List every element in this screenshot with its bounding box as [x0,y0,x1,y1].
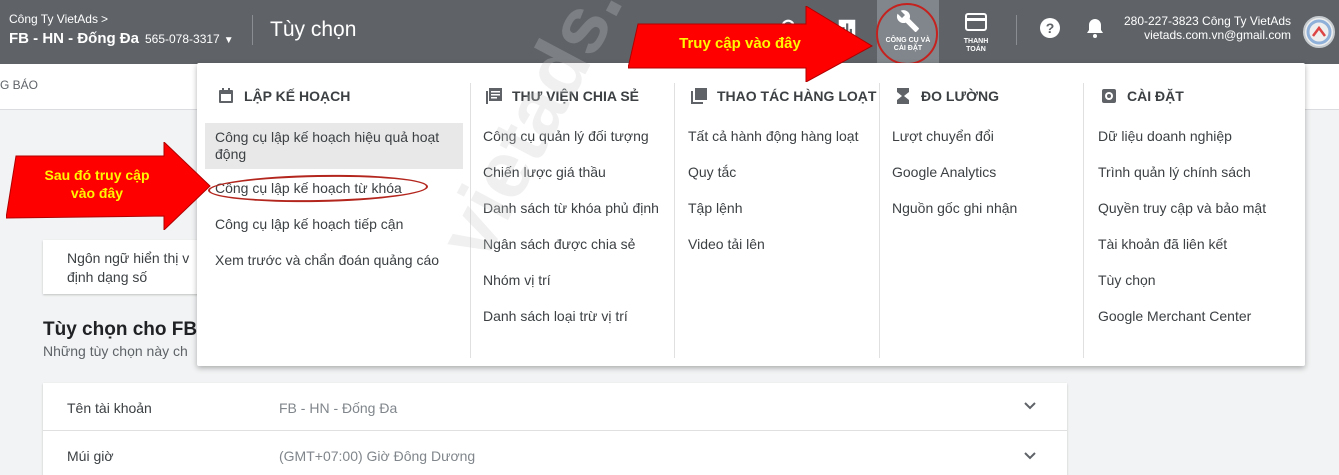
credit-card-icon [965,13,987,31]
menu-item[interactable]: Danh sách loại trừ vị trí [483,308,628,325]
tab-notifications[interactable]: G BÁO [0,78,38,92]
column-title: ĐO LƯỜNG [921,88,999,104]
billing-label-line2: TOÁN [966,46,986,53]
menu-item[interactable]: Trình quản lý chính sách [1098,164,1251,181]
chevron-down-icon[interactable] [1023,451,1037,461]
section-title: Tùy chọn cho FB [43,319,198,340]
column-title: LẬP KẾ HOẠCH [244,88,351,104]
copy-icon [690,87,708,105]
language-label-1: Ngôn ngữ hiển thị v [67,250,190,266]
divider [252,15,253,45]
row-value: FB - HN - Đống Đa [279,400,398,416]
help-icon[interactable]: ? [1036,14,1064,42]
company-switcher[interactable]: Công Ty VietAds > [9,12,108,26]
menu-item[interactable]: Lượt chuyển đổi [892,128,994,145]
table-row[interactable]: Múi giờ (GMT+07:00) Giờ Đông Dương [43,431,1067,475]
divider [1016,15,1017,45]
menu-item[interactable]: Công cụ lập kế hoạch hiệu quả hoạt động [205,123,463,169]
menu-item[interactable]: Nhóm vị trí [483,272,551,289]
menu-item[interactable]: Quyền truy cập và bảo mật [1098,200,1266,217]
menu-item[interactable]: Công cụ lập kế hoạch tiếp cận [215,216,403,233]
table-row[interactable]: Tên tài khoản FB - HN - Đống Đa [43,383,1067,431]
menu-item[interactable]: Google Analytics [892,164,996,181]
user-account-line: 280-227-3823 Công Ty VietAds [1123,14,1291,28]
language-card: Ngôn ngữ hiển thị v định dạng số [43,240,223,294]
calendar-icon [217,87,235,105]
menu-item[interactable]: Xem trước và chẩn đoán quảng cáo [215,252,439,269]
row-label: Tên tài khoản [67,400,152,416]
user-info[interactable]: 280-227-3823 Công Ty VietAds vietads.com… [1124,14,1291,42]
menu-item[interactable]: Video tải lên [688,236,765,253]
menu-item[interactable]: Google Merchant Center [1098,308,1251,325]
column-header: ĐO LƯỜNG [894,87,999,105]
user-email: vietads.com.vn@gmail.com [1144,28,1291,42]
menu-item[interactable]: Nguồn gốc ghi nhận [892,200,1017,217]
hourglass-icon [894,87,912,105]
dropdown-arrow-icon: ▼ [223,35,234,46]
chevron-down-icon[interactable] [1023,401,1037,411]
section-subtitle: Những tùy chọn này ch [43,343,188,359]
row-value: (GMT+07:00) Giờ Đông Dương [279,448,476,464]
avatar[interactable] [1303,16,1335,48]
arrow-top-label: Truy cập vào đây [679,35,801,52]
column-header: LẬP KẾ HOẠCH [217,87,350,105]
row-label: Múi giờ [67,448,114,464]
highlight-circle [876,3,938,65]
account-id: 565-078-3317 [144,32,220,46]
billing-label-line1: THANH [963,38,989,45]
billing-button[interactable]: THANH TOÁN [948,0,1004,64]
menu-item[interactable]: Tùy chọn [1098,272,1156,289]
menu-item[interactable]: Tài khoản đã liên kết [1098,236,1227,253]
menu-column-bulk-actions: THAO TÁC HÀNG LOẠT Tất cả hành động hàng… [670,63,880,366]
svg-text:?: ? [1046,20,1055,36]
bell-icon[interactable] [1081,14,1109,42]
column-header: THAO TÁC HÀNG LOẠT [690,87,876,105]
menu-column-measurement: ĐO LƯỜNG Lượt chuyển đổi Google Analytic… [874,63,1084,366]
settings-table: Tên tài khoản FB - HN - Đống Đa Múi giờ … [43,383,1067,475]
settings-icon [1100,87,1118,105]
column-title: CÀI ĐẶT [1127,88,1184,104]
account-selector[interactable]: FB - HN - Đống Đa 565-078-3317 ▼ [9,30,234,47]
arrow-left-label-line1: Sau đó truy cập [44,167,150,183]
language-label-2: định dạng số [67,269,148,285]
arrow-left-label: Sau đó truy cập vào đây [22,166,172,202]
page-title: Tùy chọn [270,18,357,41]
menu-item[interactable]: Quy tắc [688,164,736,181]
tools-menu: LẬP KẾ HOẠCH Công cụ lập kế hoạch hiệu q… [197,63,1305,366]
column-header: CÀI ĐẶT [1100,87,1184,105]
menu-item[interactable]: Tập lệnh [688,200,742,217]
menu-item[interactable]: Dữ liệu doanh nghiệp [1098,128,1232,145]
menu-column-setup: CÀI ĐẶT Dữ liệu doanh nghiệp Trình quản … [1080,63,1305,366]
menu-item[interactable]: Tất cả hành động hàng loạt [688,128,858,145]
chevron-right-icon: > [100,12,108,26]
arrow-left-label-line2: vào đây [70,185,124,201]
account-name: FB - HN - Đống Đa [9,30,139,47]
column-title: THAO TÁC HÀNG LOẠT [717,88,877,104]
company-name: Công Ty VietAds [9,12,98,26]
